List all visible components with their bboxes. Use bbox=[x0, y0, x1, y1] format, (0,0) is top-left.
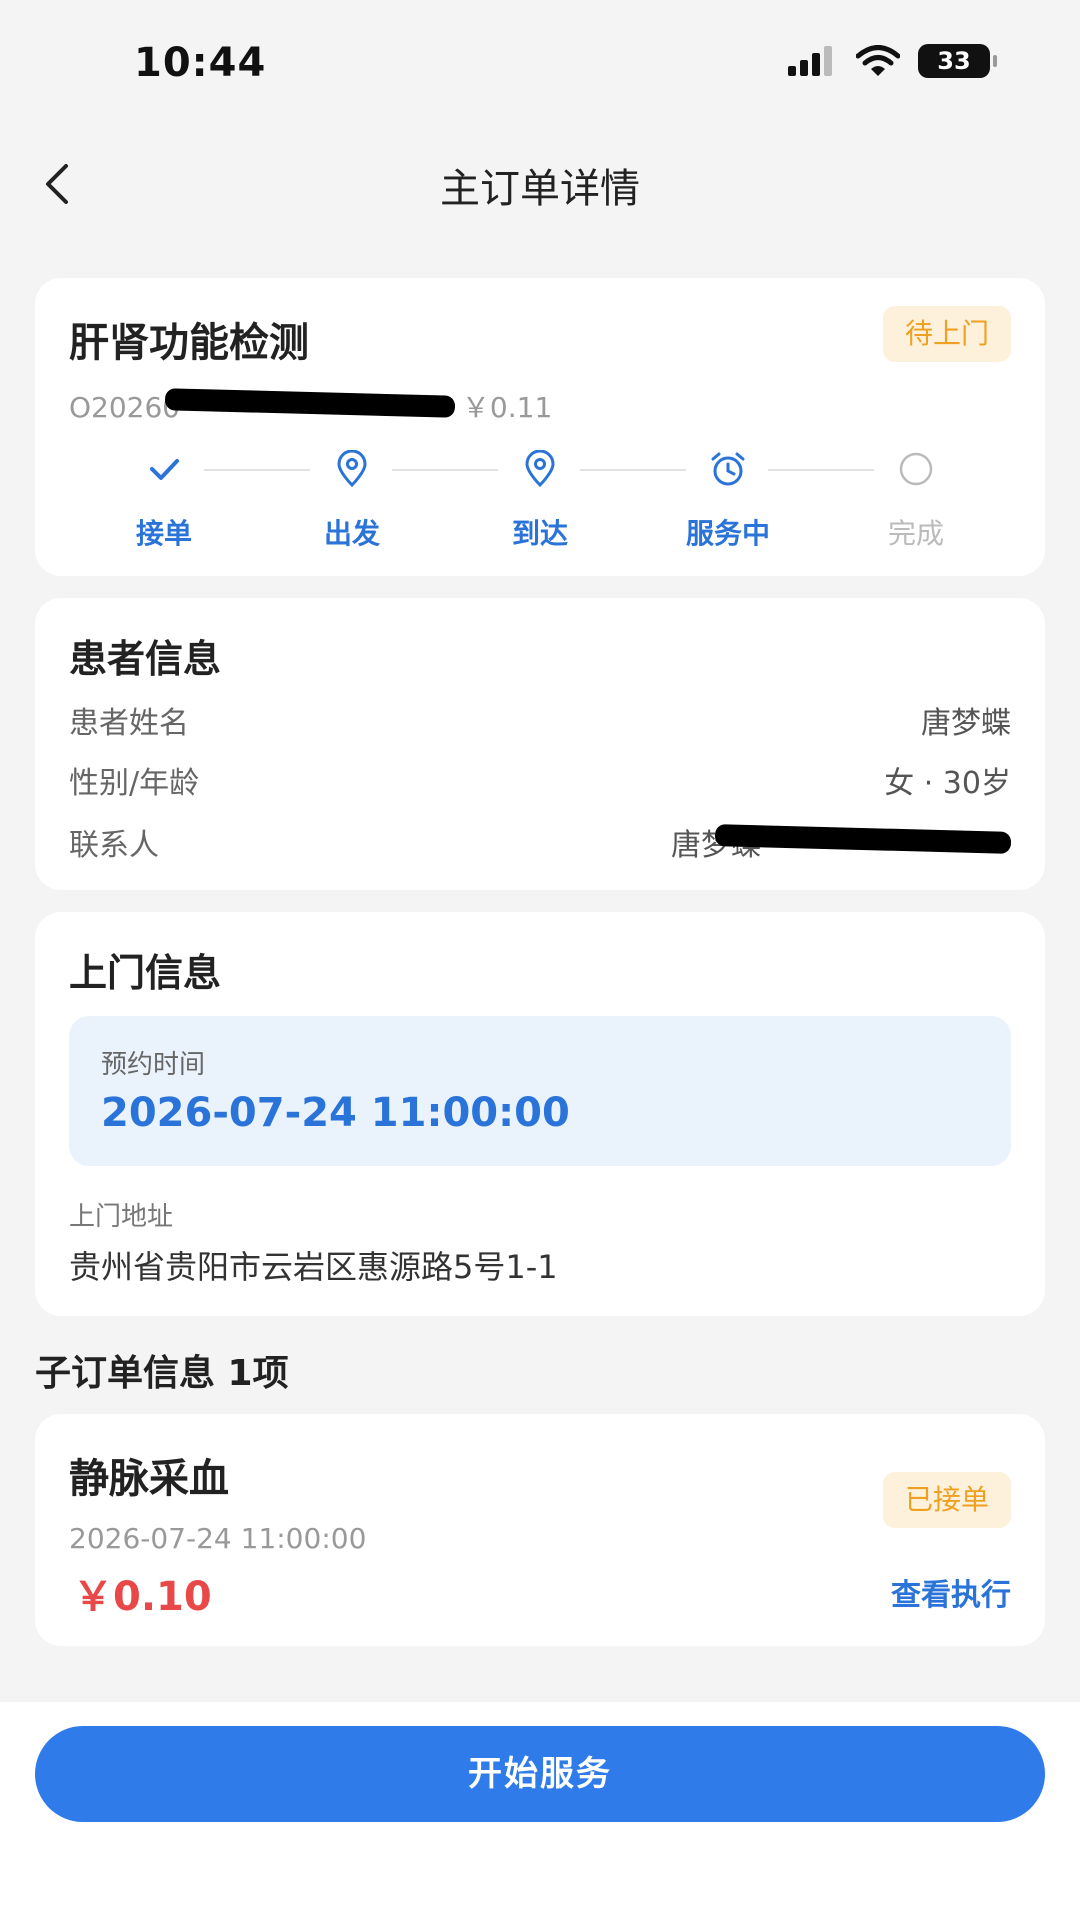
status-time: 10:44 bbox=[134, 40, 267, 86]
step-label: 出发 bbox=[323, 517, 380, 550]
appointment-label: 预约时间 bbox=[101, 1050, 206, 1080]
sub-order-title: 静脉采血 bbox=[69, 1456, 229, 1502]
appointment-box: 预约时间 2026-07-24 11:00:00 bbox=[69, 1016, 1011, 1166]
battery-icon: 33 bbox=[918, 44, 997, 78]
step-in-service: 服务中 bbox=[658, 446, 798, 552]
step-accept: 接单 bbox=[94, 446, 234, 552]
progress-steps: 接单 出发 到达 服务中 完成 bbox=[35, 446, 1045, 556]
appointment-time: 2026-07-24 11:00:00 bbox=[101, 1090, 570, 1136]
page-title: 主订单详情 bbox=[440, 166, 640, 212]
order-number-suffix: · ￥0.11 bbox=[444, 391, 553, 424]
sub-order-time: 2026-07-24 11:00:00 bbox=[69, 1522, 367, 1555]
step-depart: 出发 bbox=[282, 446, 422, 552]
section-title: 患者信息 bbox=[69, 637, 222, 681]
wifi-icon bbox=[856, 45, 900, 76]
gender-age-value: 女 · 30岁 bbox=[884, 766, 1011, 801]
location-pin-icon bbox=[525, 450, 555, 488]
start-service-button[interactable]: 开始服务 bbox=[35, 1726, 1045, 1822]
order-number-prefix: O20260 bbox=[69, 391, 181, 424]
check-icon bbox=[150, 459, 179, 480]
status-bar: 10:44 33 bbox=[0, 0, 1080, 130]
gender-age-label: 性别/年龄 bbox=[69, 766, 200, 801]
status-icons: 33 bbox=[788, 44, 997, 78]
patient-info-card: 患者信息 患者姓名 唐梦蝶 性别/年龄 女 · 30岁 联系人 唐梦蝶 bbox=[35, 598, 1045, 890]
sub-order-card: 静脉采血 已接单 2026-07-24 11:00:00 ￥0.10 查看执行 bbox=[35, 1414, 1045, 1646]
visit-info-card: 上门信息 预约时间 2026-07-24 11:00:00 上门地址 贵州省贵阳… bbox=[35, 912, 1045, 1316]
patient-name-value: 唐梦蝶 bbox=[921, 706, 1011, 741]
step-complete: 完成 bbox=[846, 446, 986, 552]
section-title: 上门信息 bbox=[69, 951, 222, 995]
location-pin-icon bbox=[337, 450, 367, 488]
step-label: 接单 bbox=[135, 517, 192, 550]
address-value: 贵州省贵阳市云岩区惠源路5号1-1 bbox=[69, 1248, 558, 1286]
step-label: 到达 bbox=[511, 517, 568, 550]
status-badge: 待上门 bbox=[882, 306, 1011, 362]
signal-icon bbox=[788, 46, 832, 76]
sub-orders-header: 子订单信息 1项 bbox=[35, 1353, 289, 1394]
order-summary-card: 肝肾功能检测 待上门 O20260 · ￥0.11 接单 出发 到达 服务中 完… bbox=[35, 278, 1045, 576]
patient-name-label: 患者姓名 bbox=[69, 706, 189, 741]
sub-order-price: ￥0.10 bbox=[73, 1574, 212, 1620]
status-badge: 已接单 bbox=[882, 1472, 1011, 1528]
step-label: 完成 bbox=[887, 517, 944, 550]
empty-circle-icon bbox=[899, 452, 933, 486]
address-label: 上门地址 bbox=[69, 1202, 174, 1232]
alarm-clock-icon bbox=[711, 452, 745, 486]
view-execution-link[interactable]: 查看执行 bbox=[891, 1570, 1011, 1614]
step-label: 服务中 bbox=[685, 517, 770, 550]
step-arrive: 到达 bbox=[470, 446, 610, 552]
contact-label: 联系人 bbox=[69, 828, 159, 863]
order-title: 肝肾功能检测 bbox=[69, 320, 309, 366]
nav-bar: 主订单详情 bbox=[0, 130, 1080, 240]
bottom-bar: 开始服务 bbox=[0, 1702, 1080, 1920]
